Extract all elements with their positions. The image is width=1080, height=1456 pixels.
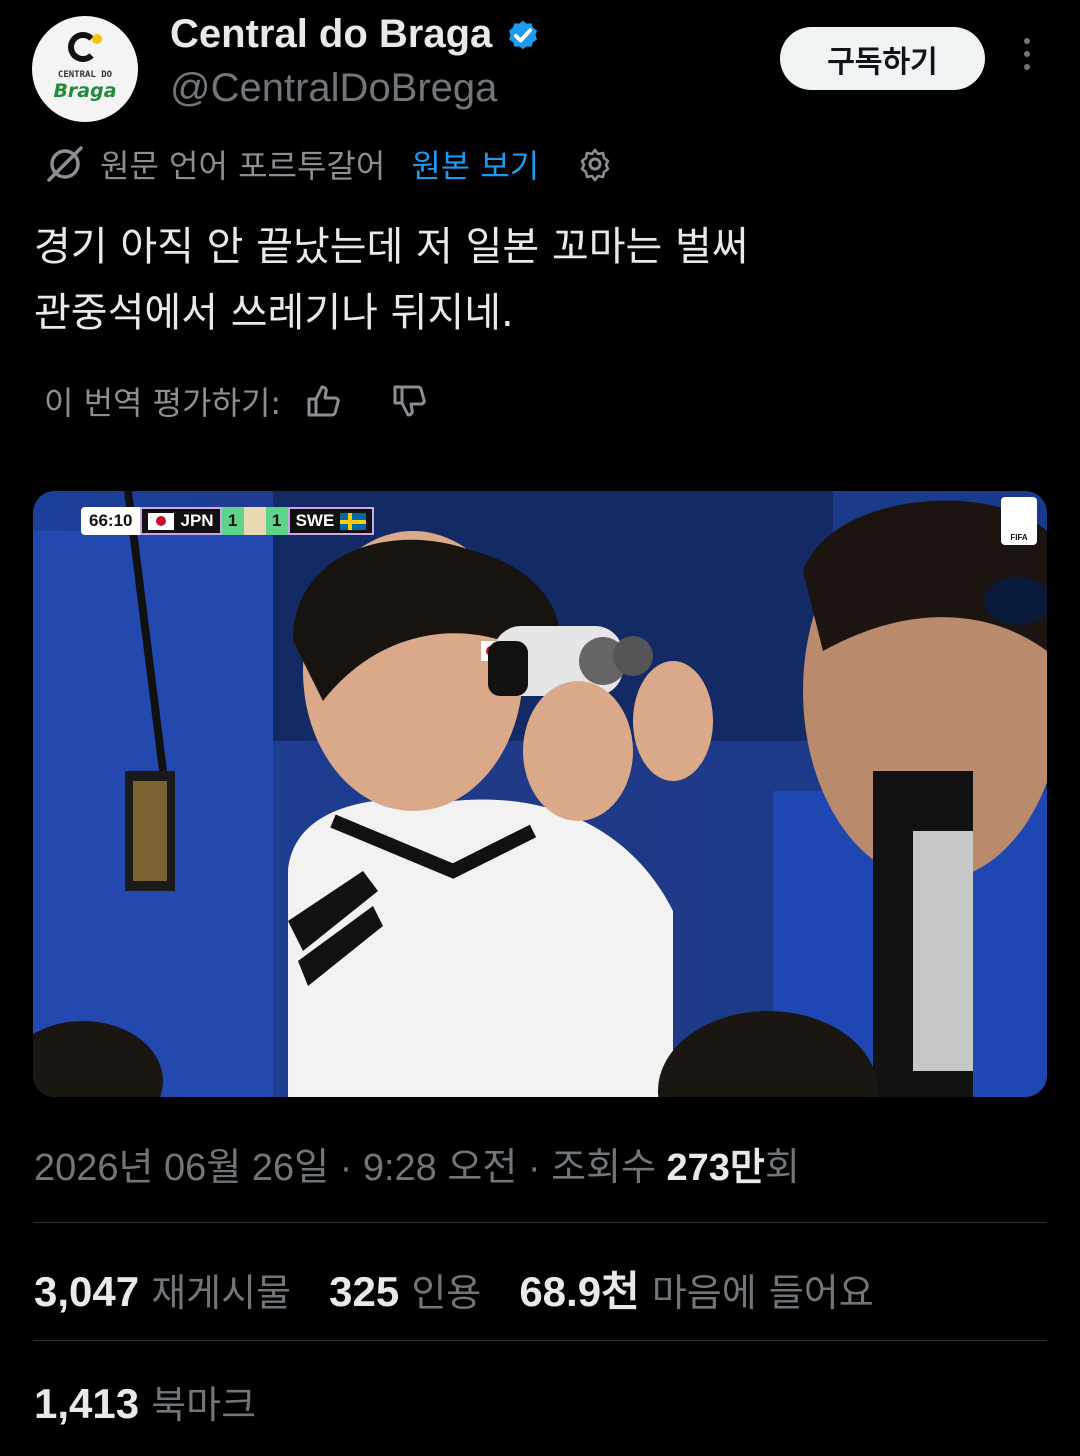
engagement-stats: 3,047 재게시물 325 인용 68.9천 마음에 들어요 xyxy=(34,1258,874,1319)
away-score: 1 xyxy=(265,507,288,535)
fifa-badge: FIFA xyxy=(1001,497,1037,545)
more-vertical-icon[interactable] xyxy=(1012,38,1042,78)
scoreboard: 66:10 JPN 1 1 SWE xyxy=(81,507,375,535)
divider xyxy=(33,1222,1047,1223)
author-display-name[interactable]: Central do Braga xyxy=(170,12,492,57)
match-clock: 66:10 xyxy=(81,507,141,535)
likes-count: 68.9천 xyxy=(519,1268,640,1315)
author-name-row[interactable]: Central do Braga xyxy=(170,12,542,57)
thumbs-up-icon[interactable] xyxy=(303,381,343,421)
gear-icon[interactable] xyxy=(577,146,613,182)
likes-label: 마음에 들어요 xyxy=(651,1271,874,1315)
view-original-link[interactable]: 원본 보기 xyxy=(411,141,539,187)
sweden-flag-icon xyxy=(340,512,367,530)
quotes-label: 인용 xyxy=(411,1271,482,1315)
quotes-count: 325 xyxy=(329,1268,400,1315)
views-suffix: 회 xyxy=(764,1147,800,1189)
avatar[interactable]: CENTRAL DO Braga xyxy=(32,16,138,122)
views-count: 273만 xyxy=(666,1147,765,1189)
tweet-media-image[interactable]: 66:10 JPN 1 1 SWE FIFA xyxy=(33,491,1047,1097)
likes-stat[interactable]: 68.9천 마음에 들어요 xyxy=(519,1268,874,1315)
reposts-count: 3,047 xyxy=(34,1268,140,1315)
trophy-icon xyxy=(243,507,266,535)
meta-separator: · xyxy=(329,1147,363,1189)
thumbs-down-icon[interactable] xyxy=(389,381,429,421)
home-score: 1 xyxy=(221,507,244,535)
team-away-code: SWE xyxy=(295,511,335,530)
reposts-stat[interactable]: 3,047 재게시물 xyxy=(34,1268,292,1315)
tweet-text: 경기 아직 안 끝났는데 저 일본 꼬마는 벌써 관중석에서 쓰레기나 뒤지네. xyxy=(34,214,1044,346)
views-label: 조회수 xyxy=(551,1147,667,1189)
tweet-date[interactable]: 2026년 06월 26일 xyxy=(34,1147,329,1189)
team-away: SWE xyxy=(287,507,375,535)
reposts-label: 재게시물 xyxy=(151,1271,292,1315)
japan-flag-icon xyxy=(148,512,175,530)
team-home-code: JPN xyxy=(180,511,214,530)
divider xyxy=(33,1340,1047,1341)
bookmarks-label: 북마크 xyxy=(151,1383,257,1427)
author-handle[interactable]: @CentralDoBrega xyxy=(170,66,497,111)
tweet-header: CENTRAL DO Braga Central do Braga @Centr… xyxy=(0,0,1080,130)
avatar-text-brand: Braga xyxy=(53,80,117,102)
team-home: JPN xyxy=(140,507,222,535)
avatar-text-small: CENTRAL DO xyxy=(57,70,113,80)
rating-label: 이 번역 평가하기: xyxy=(44,384,282,422)
bookmarks-count: 1,413 xyxy=(34,1380,140,1427)
meta-separator: · xyxy=(517,1147,552,1189)
translation-bar: 원문 언어 포르투갈어 원본 보기 xyxy=(44,142,613,186)
quotes-stat[interactable]: 325 인용 xyxy=(329,1268,482,1315)
logo-dot-icon xyxy=(92,34,102,44)
tweet-time[interactable]: 9:28 오전 xyxy=(363,1147,517,1189)
match-photo xyxy=(33,491,1047,1097)
translate-icon xyxy=(47,146,83,182)
subscribe-button[interactable]: 구독하기 xyxy=(780,27,985,90)
tweet-text-line: 경기 아직 안 끝났는데 저 일본 꼬마는 벌써 xyxy=(34,224,749,270)
tweet-text-line: 관중석에서 쓰레기나 뒤지네. xyxy=(34,290,514,336)
translation-rating: 이 번역 평가하기: xyxy=(44,376,429,426)
translation-source-label: 원문 언어 포르투갈어 xyxy=(100,147,386,185)
verified-badge-icon xyxy=(509,20,538,49)
tweet-meta: 2026년 06월 26일 · 9:28 오전 · 조회수 273만회 xyxy=(34,1136,800,1191)
bookmarks-stat[interactable]: 1,413 북마크 xyxy=(34,1374,256,1429)
